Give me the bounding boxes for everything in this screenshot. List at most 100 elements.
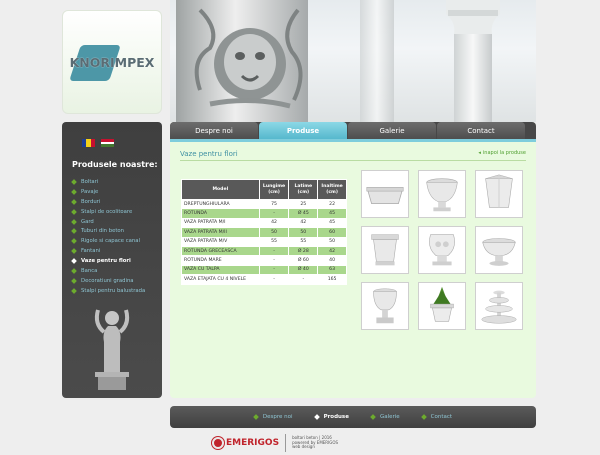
greek-round-vase-icon [429, 234, 455, 266]
bullet-icon [71, 248, 77, 255]
sidebar-item-label: Stalpi pentru balustrada [81, 287, 146, 294]
cell: - [258, 255, 290, 266]
language-switcher [82, 139, 114, 148]
cell: 63 [317, 264, 347, 276]
sidebar-item-gard[interactable]: Gard [71, 217, 145, 227]
round-urn-icon [426, 178, 458, 212]
header-unit: (cm) [326, 189, 338, 195]
cell: ROTUNDA [181, 208, 260, 219]
cell: - [288, 274, 319, 285]
dimensions-table: Model Lungime (cm) Latime (cm) Inaltime (cm… [181, 179, 347, 285]
tab-produse[interactable]: Produse [259, 122, 347, 139]
product-thumbnail[interactable] [418, 226, 466, 274]
footer-link-galerie[interactable]: Galerie [370, 414, 400, 420]
header-line: Inaltime [321, 183, 343, 189]
product-thumbnail[interactable] [361, 282, 409, 330]
hungarian-flag-icon[interactable] [101, 139, 114, 148]
statue-image [94, 309, 130, 390]
romanian-flag-icon[interactable] [82, 139, 95, 147]
bullet-icon [71, 198, 77, 205]
tab-despre-noi[interactable]: Despre noi [170, 122, 258, 139]
sidebar-item-borduri[interactable]: Borduri [71, 197, 145, 207]
cell: - [258, 208, 290, 219]
bullet-icon [71, 188, 77, 195]
footer-link-contact[interactable]: Contact [420, 414, 452, 420]
bullet-icon [71, 278, 77, 284]
main-content: Despre noi Produse Galerie Contact Vaze … [170, 122, 536, 398]
statue-columns-image [176, 0, 500, 122]
sidebar-item-boltari[interactable]: Boltari [71, 177, 145, 187]
sidebar-item-label: Boltari [81, 178, 99, 185]
sidebar-item-label: Fantani [81, 248, 101, 255]
product-menu: Boltari Pavaje Borduri Stalpi de ocolito… [71, 177, 146, 296]
cell: 165 [317, 274, 347, 285]
column-header-inaltime: Inaltime (cm) [317, 179, 347, 200]
sidebar-item-label: Banca [81, 267, 98, 274]
footer-navigation: Despre noi Produse Galerie Contact [170, 406, 536, 428]
cell: 75 [258, 198, 290, 210]
sidebar-item-stalpi-balustrada[interactable]: Stalpi pentru balustrada [71, 286, 146, 296]
sidebar: Produsele noastre: Boltari Pavaje Bordur… [62, 122, 162, 398]
product-thumbnail[interactable] [361, 170, 409, 218]
tiered-fountain-vase-icon [481, 290, 517, 324]
emerigos-logo-text: EMERIGOS [226, 438, 280, 448]
emerigos-logo[interactable]: EMERIGOS [212, 437, 279, 449]
sidebar-item-stalpi-ocolitoare[interactable]: Stalpi de ocolitoare [71, 207, 145, 217]
footer-link-despre-noi[interactable]: Despre noi [253, 414, 293, 420]
sidebar-item-label: Pavaje [81, 188, 99, 195]
table-row: VAZA CU TALPA - Ø 40 63 [181, 264, 347, 276]
planter-with-plant-icon [430, 286, 454, 322]
sidebar-title: Produsele noastre: [72, 160, 158, 169]
page-title: Vaze pentru flori [180, 150, 238, 158]
sidebar-item-decoratiuni[interactable]: Decoratiuni gradina [71, 276, 145, 286]
square-planter-icon [371, 234, 399, 266]
column-header-model: Model [181, 179, 260, 200]
tab-underline [170, 139, 536, 142]
cell: Ø 40 [288, 264, 319, 276]
cell: 55 [258, 236, 290, 247]
cell: 60 [317, 227, 347, 238]
credits: EMERIGOS boltari beton | 2016 powered by… [212, 434, 338, 452]
header-line: Latime [294, 183, 313, 189]
bullet-icon [313, 414, 320, 420]
rectangular-planter-icon [366, 187, 404, 204]
cell: ROTUNDA GRECEASCA [181, 245, 260, 257]
bullet-icon [71, 208, 77, 215]
product-thumbnail[interactable] [475, 226, 523, 274]
product-thumbnail[interactable] [361, 226, 409, 274]
tab-contact[interactable]: Contact [437, 122, 525, 139]
bullet-icon [71, 238, 77, 245]
sidebar-item-pavaje[interactable]: Pavaje [71, 187, 145, 197]
back-to-products-link[interactable]: ◂ inapoi la produse [478, 150, 526, 156]
credit-line: web design [292, 444, 315, 450]
product-thumbnail[interactable] [418, 282, 466, 330]
cell: Ø 60 [288, 255, 319, 266]
logo[interactable]: KNORIMPEX [62, 10, 162, 114]
sidebar-item-label: Rigole si capace canal [81, 238, 140, 245]
footer-link-label: Produse [323, 414, 349, 420]
sidebar-item-rigole[interactable]: Rigole si capace canal [71, 236, 145, 246]
sidebar-item-label: Borduri [81, 198, 101, 205]
sidebar-item-vaze[interactable]: Vaze pentru flori [71, 256, 145, 266]
sidebar-item-banca[interactable]: Banca [71, 266, 145, 276]
table-row: VAZA ETAJATA CU 4 NIVELE - -165 [181, 274, 347, 285]
title-divider [180, 160, 526, 161]
product-thumbnail[interactable] [418, 170, 466, 218]
cell: VAZA PATRATA M/V [181, 236, 260, 247]
bullet-icon [71, 287, 77, 294]
cell: 55 [288, 236, 319, 247]
round-bowl-planter-icon [482, 238, 516, 266]
sidebar-item-tuburi[interactable]: Tuburi din beton [71, 226, 145, 236]
product-thumbnail[interactable] [475, 282, 523, 330]
footer-link-produse[interactable]: Produse [313, 414, 349, 420]
bullet-icon [71, 228, 77, 235]
product-thumbnail[interactable] [475, 170, 523, 218]
back-link-label: inapoi la produse [482, 150, 526, 156]
logo-text: KNORIMPEX [69, 54, 155, 70]
table-row: DREPTUNGHIULARA 75 25 22 [181, 198, 347, 210]
tab-galerie[interactable]: Galerie [348, 122, 436, 139]
footer-link-label: Despre noi [262, 414, 293, 420]
sidebar-item-label: Tuburi din beton [81, 228, 125, 235]
sidebar-item-fantani[interactable]: Fantani [71, 246, 145, 256]
table-header-row: Model Lungime (cm) Latime (cm) Inaltime (cm… [181, 179, 347, 200]
